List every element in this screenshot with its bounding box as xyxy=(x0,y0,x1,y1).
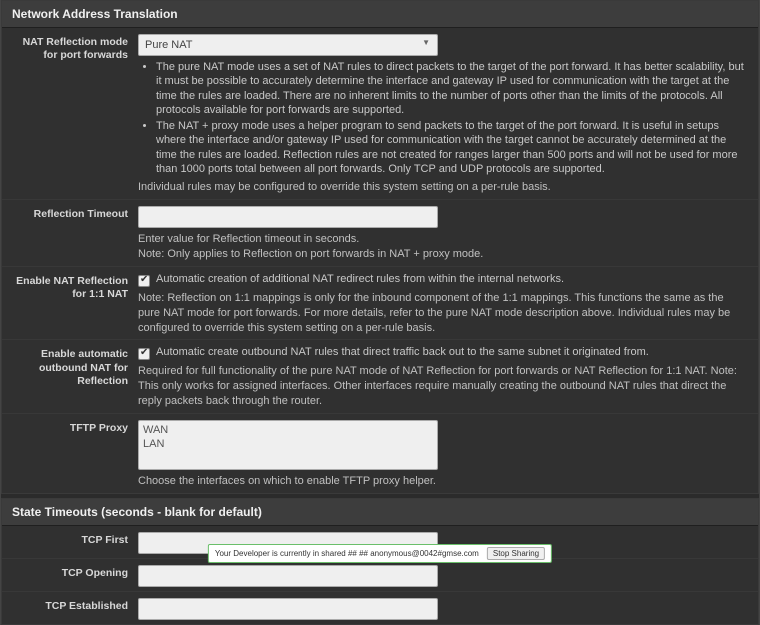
reflection-timeout-input[interactable] xyxy=(138,206,438,228)
label-tcp-first: TCP First xyxy=(10,532,138,547)
nat-reflection-mode-bullets: The pure NAT mode uses a set of NAT rule… xyxy=(156,60,744,176)
nat-reflection-mode-bullet-1: The pure NAT mode uses a set of NAT rule… xyxy=(156,60,744,117)
nat-1to1-help: Note: Reflection on 1:1 mappings is only… xyxy=(138,291,744,336)
label-nat-reflection-mode: NAT Reflection mode for port forwards xyxy=(10,34,138,62)
row-nat-1to1: Enable NAT Reflection for 1:1 NAT Automa… xyxy=(2,267,758,341)
stop-sharing-button[interactable]: Stop Sharing xyxy=(487,547,545,560)
row-tcp-opening: TCP Opening xyxy=(2,559,758,592)
label-reflection-timeout: Reflection Timeout xyxy=(10,206,138,221)
row-reflection-timeout: Reflection Timeout Enter value for Refle… xyxy=(2,200,758,267)
nat-reflection-mode-footer: Individual rules may be configured to ov… xyxy=(138,180,744,195)
auto-outbound-checkbox[interactable] xyxy=(138,348,150,360)
tftp-proxy-option-wan[interactable]: WAN xyxy=(143,423,433,437)
label-nat-1to1: Enable NAT Reflection for 1:1 NAT xyxy=(10,273,138,301)
auto-outbound-help: Required for full functionality of the p… xyxy=(138,364,744,409)
tftp-proxy-option-lan[interactable]: LAN xyxy=(143,437,433,451)
nat-1to1-checkbox[interactable] xyxy=(138,275,150,287)
auto-outbound-checkbox-label: Automatic create outbound NAT rules that… xyxy=(156,346,649,358)
label-tcp-opening: TCP Opening xyxy=(10,565,138,580)
nat-panel-header: Network Address Translation xyxy=(2,1,758,28)
reflection-timeout-help-2: Note: Only applies to Reflection on port… xyxy=(138,247,744,262)
nat-1to1-checkbox-label: Automatic creation of additional NAT red… xyxy=(156,273,564,285)
tcp-established-input[interactable] xyxy=(138,598,438,620)
label-tftp-proxy: TFTP Proxy xyxy=(10,420,138,435)
tftp-proxy-listbox[interactable]: WAN LAN xyxy=(138,420,438,470)
debug-banner-text: Your Developer is currently in shared ##… xyxy=(215,549,479,558)
nat-panel: Network Address Translation NAT Reflecti… xyxy=(1,0,759,494)
row-auto-outbound: Enable automatic outbound NAT for Reflec… xyxy=(2,340,758,414)
tftp-proxy-help: Choose the interfaces on which to enable… xyxy=(138,474,744,489)
row-tftp-proxy: TFTP Proxy WAN LAN Choose the interfaces… xyxy=(2,414,758,493)
debug-banner: Your Developer is currently in shared ##… xyxy=(208,544,552,563)
label-auto-outbound: Enable automatic outbound NAT for Reflec… xyxy=(10,346,138,387)
tcp-opening-input[interactable] xyxy=(138,565,438,587)
row-nat-reflection-mode: NAT Reflection mode for port forwards Pu… xyxy=(2,28,758,200)
nat-reflection-mode-bullet-2: The NAT + proxy mode uses a helper progr… xyxy=(156,119,744,176)
nat-reflection-mode-select[interactable]: Pure NAT xyxy=(138,34,438,56)
label-tcp-established: TCP Established xyxy=(10,598,138,613)
reflection-timeout-help-1: Enter value for Reflection timeout in se… xyxy=(138,232,744,247)
state-timeouts-header: State Timeouts (seconds - blank for defa… xyxy=(2,499,758,526)
row-tcp-established: TCP Established xyxy=(2,592,758,624)
